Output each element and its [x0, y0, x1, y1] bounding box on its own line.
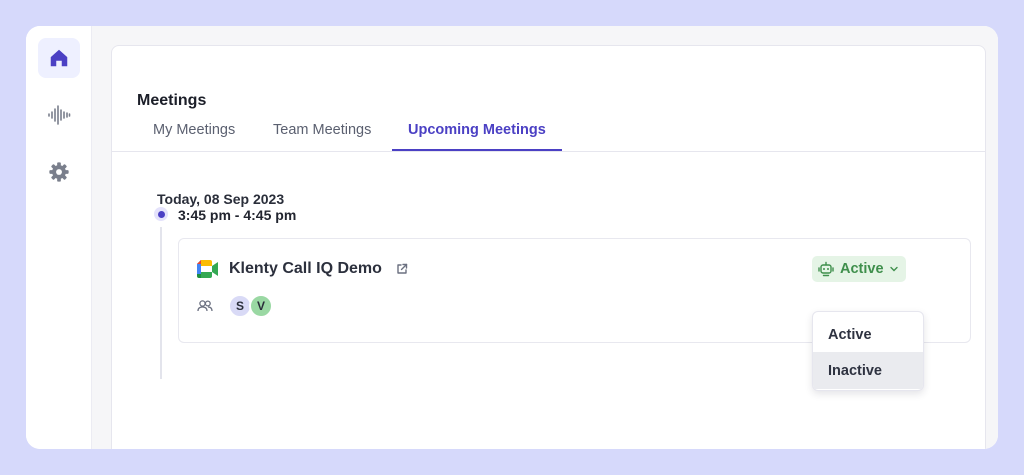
google-meet-icon	[197, 260, 218, 278]
meetings-panel: Meetings My Meetings Team Meetings Upcom…	[111, 45, 986, 449]
page-title: Meetings	[137, 92, 207, 109]
timeline-line	[160, 227, 162, 379]
participant-avatar[interactable]: V	[249, 294, 273, 318]
date-heading: Today, 08 Sep 2023	[157, 191, 285, 207]
tab-upcoming-meetings[interactable]: Upcoming Meetings	[408, 122, 546, 152]
sidebar-item-recordings[interactable]	[38, 95, 80, 135]
app-window: Meetings My Meetings Team Meetings Upcom…	[26, 26, 998, 449]
status-option-active[interactable]: Active	[813, 316, 923, 353]
meeting-time-range: 3:45 pm - 4:45 pm	[178, 207, 297, 223]
active-tab-indicator	[392, 149, 562, 151]
main-area: Meetings My Meetings Team Meetings Upcom…	[92, 26, 998, 449]
meetings-tabs: My Meetings Team Meetings Upcoming Meeti…	[112, 120, 985, 152]
chevron-down-icon	[889, 266, 898, 272]
gear-icon	[49, 162, 69, 182]
external-link-icon[interactable]	[396, 263, 408, 275]
participants-icon	[197, 300, 213, 312]
sidebar	[26, 26, 92, 449]
meeting-title[interactable]: Klenty Call IQ Demo	[229, 260, 382, 278]
tab-my-meetings[interactable]: My Meetings	[153, 122, 235, 152]
home-icon	[50, 49, 68, 67]
robot-icon	[818, 261, 834, 277]
bot-status-dropdown[interactable]: Active	[812, 256, 906, 282]
sidebar-item-settings[interactable]	[38, 152, 80, 192]
sidebar-item-home[interactable]	[38, 38, 80, 78]
tab-team-meetings[interactable]: Team Meetings	[273, 122, 371, 152]
status-dropdown-menu: Active Inactive	[812, 311, 924, 391]
audio-wave-icon	[48, 105, 71, 125]
status-option-inactive[interactable]: Inactive	[813, 352, 923, 389]
timeline-dot	[154, 207, 168, 221]
bot-status-label: Active	[840, 261, 884, 277]
